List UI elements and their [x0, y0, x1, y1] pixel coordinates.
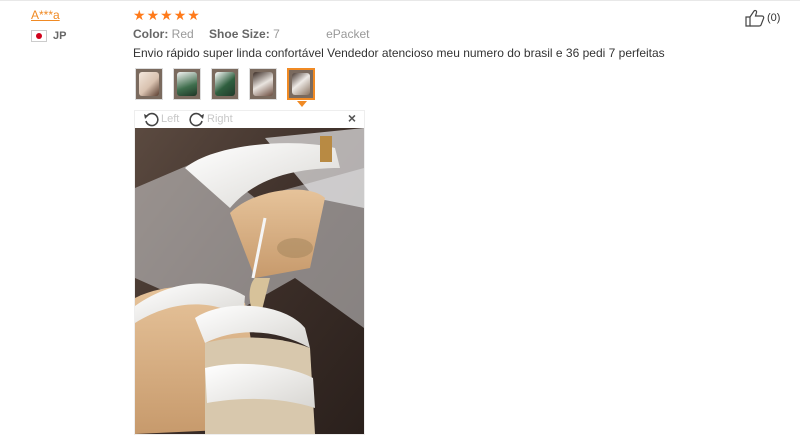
- review-photo-thumbnail[interactable]: [211, 68, 239, 100]
- thumbs-up-icon: [745, 9, 765, 27]
- star-rating: ★ ★ ★ ★ ★: [133, 6, 200, 24]
- top-divider: [0, 0, 800, 1]
- rotate-right-label: Right: [207, 113, 233, 125]
- star-icon: ★: [160, 7, 173, 23]
- rotate-left-label: Left: [161, 113, 180, 125]
- size-value: 7: [273, 27, 280, 41]
- star-icon: ★: [187, 7, 200, 23]
- japan-flag-icon: [31, 30, 47, 42]
- rotate-right-icon: [189, 112, 204, 127]
- size-label: Shoe Size:: [209, 27, 270, 41]
- review-photo-thumbnail-selected[interactable]: [287, 68, 315, 100]
- star-icon: ★: [173, 7, 187, 23]
- country-code: JP: [53, 30, 67, 42]
- helpful-count: (0): [767, 12, 781, 24]
- rotate-left-button[interactable]: Left: [143, 111, 179, 127]
- rotate-left-icon: [144, 112, 159, 127]
- color-value: Red: [171, 27, 194, 41]
- reviewer-name-link[interactable]: A***a: [31, 8, 60, 22]
- review-photo-thumbnails: [135, 68, 315, 100]
- order-attributes: Color: Red Shoe Size: 7 ePacket: [133, 27, 369, 41]
- review-text: Envio rápido super linda confortável Ven…: [133, 46, 665, 60]
- review-photo-thumbnail[interactable]: [249, 68, 277, 100]
- star-icon: ★: [133, 7, 146, 23]
- close-viewer-button[interactable]: ×: [348, 110, 356, 126]
- star-icon: ★: [146, 7, 160, 23]
- photo-viewer-toolbar: Left Right ×: [135, 110, 364, 128]
- color-label: Color:: [133, 27, 169, 41]
- reviewer-country: JP: [31, 30, 66, 42]
- review-photo-thumbnail[interactable]: [173, 68, 201, 100]
- photo-viewer: Left Right ×: [134, 110, 365, 435]
- selected-thumbnail-caret: [297, 101, 307, 107]
- shipping-method: ePacket: [326, 27, 370, 41]
- rotate-right-button[interactable]: Right: [189, 111, 233, 127]
- sandal-photo-image: [135, 128, 364, 434]
- review-photo: [135, 128, 364, 434]
- helpful-like-button[interactable]: (0): [745, 9, 780, 27]
- review-photo-thumbnail[interactable]: [135, 68, 163, 100]
